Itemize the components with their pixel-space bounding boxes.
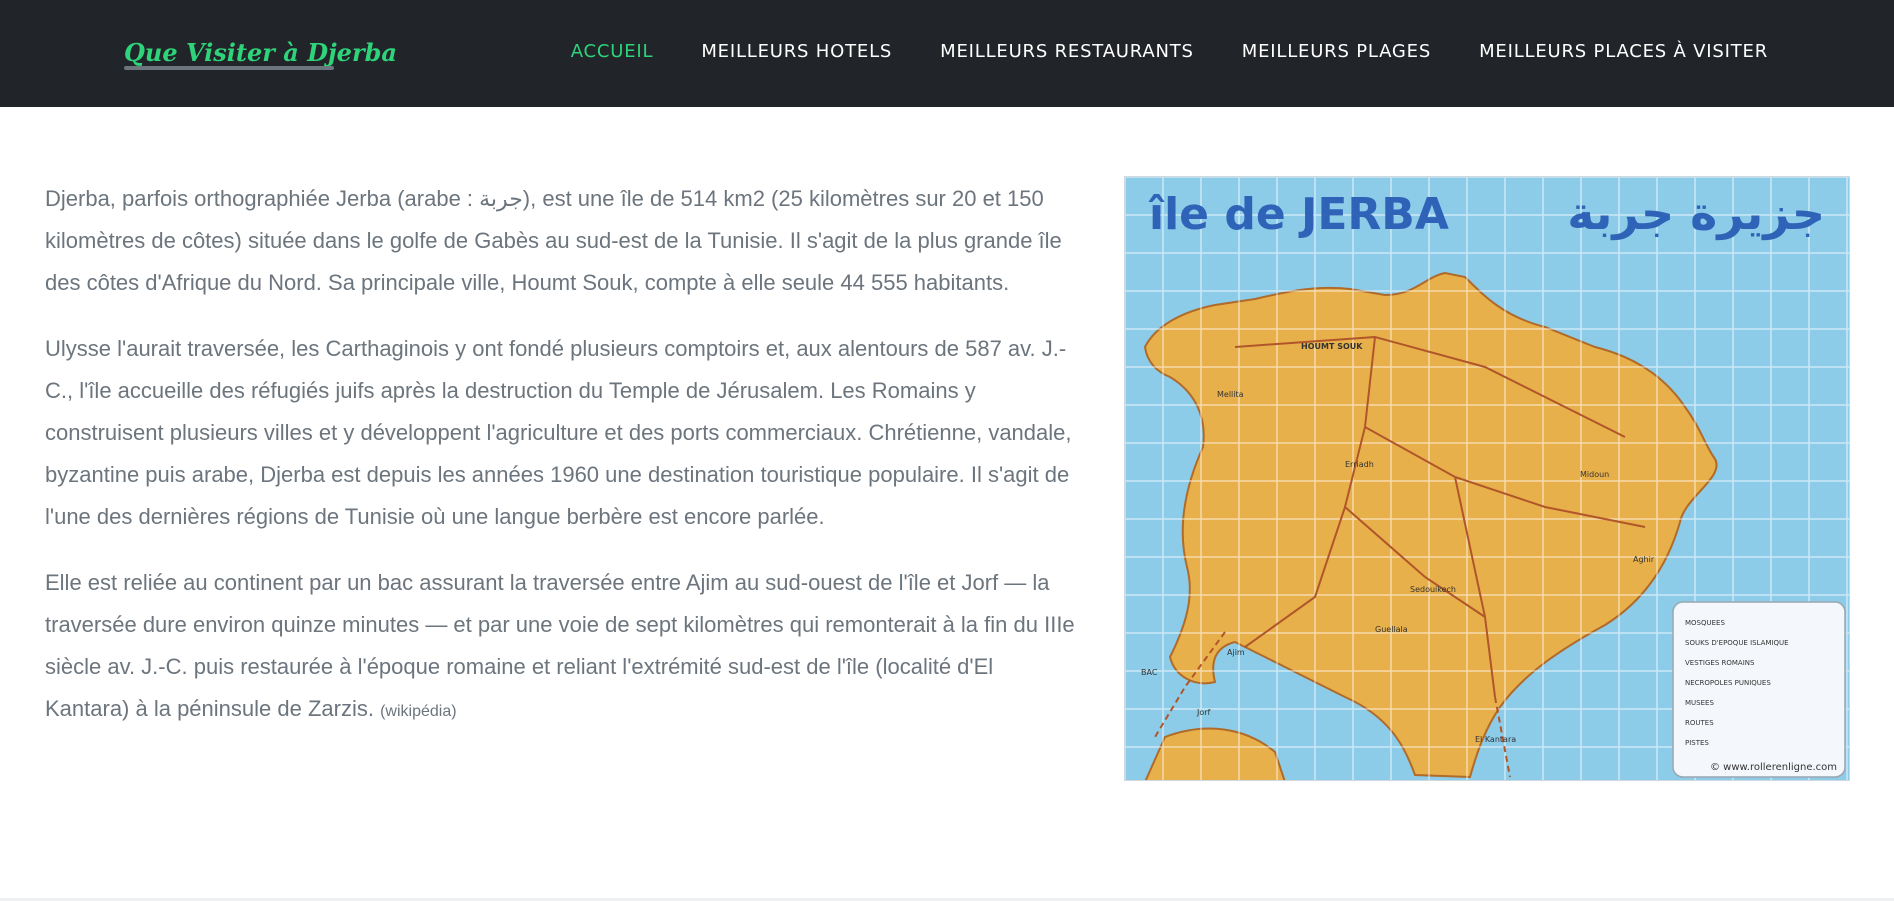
brand-underline <box>124 66 334 70</box>
nav-link-places[interactable]: MEILLEURS PLACES À VISITER <box>1479 41 1768 62</box>
place-el-kantara: El Kantara <box>1475 735 1516 744</box>
map-legend: MOSQUEES SOUKS D'EPOQUE ISLAMIQUE VESTIG… <box>1672 601 1846 778</box>
nav-item-restaurants: MEILLEURS RESTAURANTS <box>940 41 1194 62</box>
nav-link-hotels[interactable]: MEILLEURS HOTELS <box>701 41 892 62</box>
place-houmt-souk: HOUMT SOUK <box>1301 342 1363 351</box>
djerba-map-image: île de JERBA جزيرة جربة HOUMT SOUK Midou… <box>1124 176 1850 781</box>
djerba-map-illustration: île de JERBA جزيرة جربة HOUMT SOUK Midou… <box>1125 177 1849 780</box>
source-citation: (wikipédia) <box>380 703 457 720</box>
brand-logo-link[interactable]: Que Visiter à Djerba <box>124 38 397 67</box>
legend-souks: SOUKS D'EPOQUE ISLAMIQUE <box>1685 639 1789 647</box>
legend-mosques: MOSQUEES <box>1685 619 1725 627</box>
nav-item-places: MEILLEURS PLACES À VISITER <box>1479 41 1768 62</box>
map-title-arabic: جزيرة جربة <box>1567 186 1825 240</box>
place-ajim: Ajim <box>1227 648 1245 657</box>
intro-paragraph-2: Ulysse l'aurait traversée, les Carthagin… <box>45 336 1072 529</box>
nav-link-plages[interactable]: MEILLEURS PLAGES <box>1242 41 1431 62</box>
legend-museums: MUSEES <box>1685 699 1714 707</box>
map-title: île de JERBA <box>1148 189 1449 240</box>
place-sedouikech: Sedouikech <box>1410 585 1456 594</box>
top-navbar: Que Visiter à Djerba ACCUEIL MEILLEURS H… <box>0 0 1894 107</box>
legend-roman-ruins: VESTIGES ROMAINS <box>1685 659 1755 667</box>
map-credit: © www.rollerenligne.com <box>1710 762 1837 773</box>
place-mellita: Mellita <box>1217 390 1244 399</box>
place-aghir: Aghir <box>1633 555 1655 564</box>
legend-box <box>1672 601 1846 778</box>
nav-link-accueil[interactable]: ACCUEIL <box>571 41 654 62</box>
legend-necropolis: NECROPOLES PUNIQUES <box>1685 679 1771 687</box>
place-guellala: Guellala <box>1375 625 1408 634</box>
intro-text: Djerba, parfois orthographiée Jerba (ara… <box>45 178 1075 757</box>
nav-item-plages: MEILLEURS PLAGES <box>1242 41 1431 62</box>
nav-item-accueil: ACCUEIL <box>571 41 654 62</box>
legend-tracks: PISTES <box>1685 739 1709 747</box>
nav-item-hotels: MEILLEURS HOTELS <box>701 41 892 62</box>
main-nav: ACCUEIL MEILLEURS HOTELS MEILLEURS RESTA… <box>571 41 1768 62</box>
place-midoun: Midoun <box>1580 470 1609 479</box>
place-bac: BAC <box>1141 668 1158 677</box>
intro-paragraph-1: Djerba, parfois orthographiée Jerba (ara… <box>45 186 1062 295</box>
place-jorf: Jorf <box>1196 708 1211 717</box>
intro-paragraph-3: Elle est reliée au continent par un bac … <box>45 562 1075 733</box>
intro-paragraph-3-text: Elle est reliée au continent par un bac … <box>45 570 1075 721</box>
nav-link-restaurants[interactable]: MEILLEURS RESTAURANTS <box>940 41 1194 62</box>
place-erriadh: Erriadh <box>1345 460 1374 469</box>
legend-roads: ROUTES <box>1685 719 1714 727</box>
